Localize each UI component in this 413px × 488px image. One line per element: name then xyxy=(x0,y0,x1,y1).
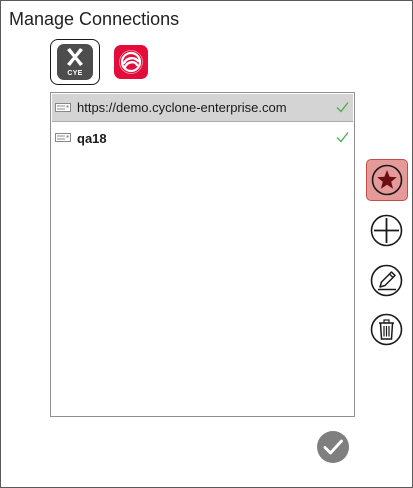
connection-name: https://demo.cyclone-enterprise.com xyxy=(77,100,287,115)
server-icon xyxy=(55,103,71,112)
plus-icon xyxy=(370,214,403,247)
manage-connections-window: Manage Connections CYE https://demo.cycl… xyxy=(0,0,413,488)
red-app-icon xyxy=(119,50,143,74)
cye-app-label: CYE xyxy=(67,70,83,77)
cye-app-button[interactable]: CYE xyxy=(50,39,100,85)
checkmark-icon xyxy=(323,439,343,455)
connection-row[interactable]: https://demo.cyclone-enterprise.com xyxy=(52,94,353,122)
favorite-button[interactable] xyxy=(366,159,408,201)
connections-list[interactable]: https://demo.cyclone-enterprise.com qa18 xyxy=(50,92,355,417)
pencil-icon xyxy=(370,264,403,297)
connection-row[interactable]: qa18 xyxy=(52,124,353,152)
connection-name: qa18 xyxy=(77,130,107,146)
confirm-button[interactable] xyxy=(317,431,349,463)
window-title: Manage Connections xyxy=(9,9,180,29)
cye-app-icon: CYE xyxy=(57,44,93,80)
red-app-button[interactable] xyxy=(114,45,148,79)
delete-connection-button[interactable] xyxy=(370,313,403,346)
add-connection-button[interactable] xyxy=(370,214,403,247)
trash-icon xyxy=(370,313,403,346)
check-icon xyxy=(336,132,349,143)
check-icon xyxy=(336,102,349,113)
server-icon xyxy=(55,133,71,142)
star-icon xyxy=(371,164,403,196)
edit-connection-button[interactable] xyxy=(370,264,403,297)
